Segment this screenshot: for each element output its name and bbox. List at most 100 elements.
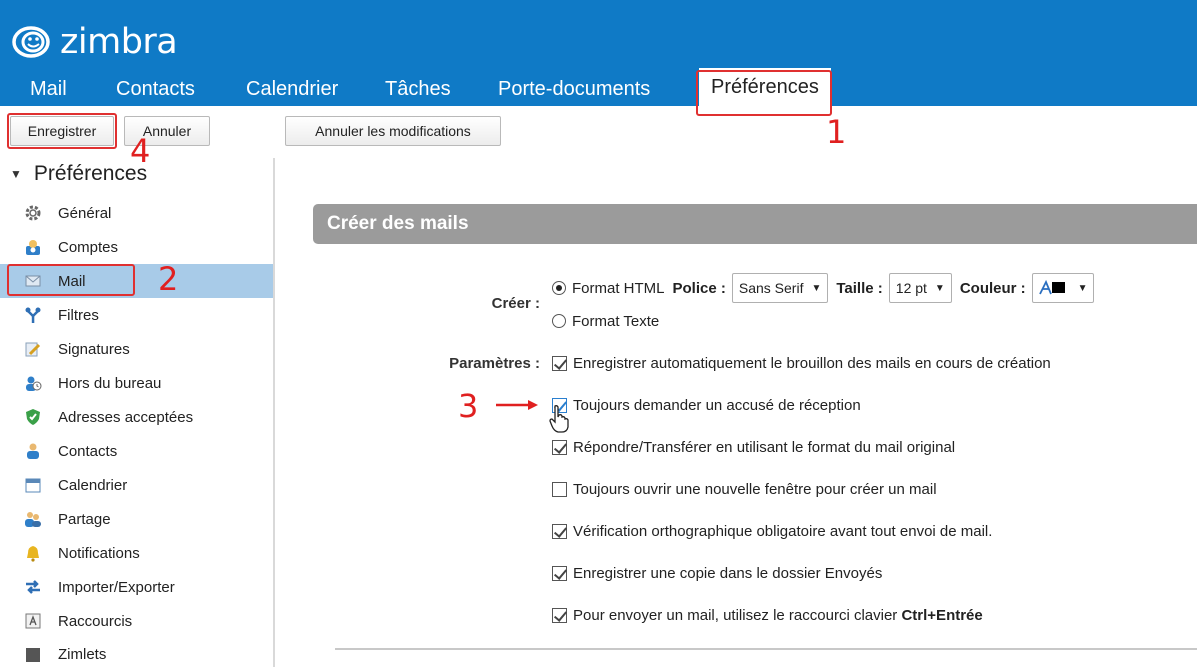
tab-porte-documents[interactable]: Porte-documents <box>498 72 650 106</box>
sidebar-item-label: Calendrier <box>58 476 128 494</box>
sharing-icon <box>24 510 42 528</box>
option-new-window[interactable]: Toujours ouvrir une nouvelle fenêtre pou… <box>552 481 937 498</box>
annotation-step-2: 2 <box>158 260 179 298</box>
sidebar-item-label: Général <box>58 204 112 222</box>
sidebar-item-hors-du-bureau[interactable]: Hors du bureau <box>0 366 274 400</box>
sidebar-item-label: Raccourcis <box>58 612 133 630</box>
sidebar-item-comptes[interactable]: Comptes <box>0 230 274 264</box>
sidebar-item-notifications[interactable]: Notifications <box>0 536 274 570</box>
app-header: zimbra Mail Contacts Calendrier Tâches P… <box>0 0 1197 108</box>
tab-calendrier[interactable]: Calendrier <box>246 72 338 106</box>
new-window-checkbox[interactable] <box>552 482 567 497</box>
option-text: Répondre/Transférer en utilisant le form… <box>573 439 956 456</box>
sidebar-item-contacts[interactable]: Contacts <box>0 434 274 468</box>
sidebar-item-label: Adresses acceptées <box>58 408 194 426</box>
sidebar-item-label: Filtres <box>58 306 99 324</box>
option-reply-original-format[interactable]: Répondre/Transférer en utilisant le form… <box>552 439 955 456</box>
annotation-box-mail-item <box>7 264 135 296</box>
reply-original-format-checkbox[interactable] <box>552 440 567 455</box>
sidebar-item-filtres[interactable]: Filtres <box>0 298 274 332</box>
undo-changes-button[interactable]: Annuler les modifications <box>285 116 501 146</box>
format-html-label[interactable]: Format HTML <box>572 280 665 297</box>
shortcut-icon <box>24 612 42 630</box>
sidebar-item-partage[interactable]: Partage <box>0 502 274 536</box>
chevron-down-icon: ▼ <box>1077 282 1088 294</box>
option-spellcheck[interactable]: Vérification orthographique obligatoire … <box>552 523 992 540</box>
option-text: Enregistrer automatiquement le brouillon… <box>573 355 1051 372</box>
option-autosave-draft[interactable]: Enregistrer automatiquement le brouillon… <box>552 355 1051 372</box>
sidebar-item-raccourcis[interactable]: Raccourcis <box>0 604 274 638</box>
annotation-step-3: 3 <box>458 387 479 425</box>
text-color-icon <box>1038 279 1070 297</box>
autosave-draft-checkbox[interactable] <box>552 356 567 371</box>
zimbra-logo[interactable]: zimbra <box>10 22 178 62</box>
tab-taches[interactable]: Tâches <box>385 72 451 106</box>
compose-format-row: Format HTML Police : Sans Serif ▼ Taille… <box>552 273 1094 303</box>
zimbra-logo-icon <box>10 24 56 60</box>
option-text: Vérification orthographique obligatoire … <box>573 523 993 540</box>
option-text: Toujours ouvrir une nouvelle fenêtre pou… <box>573 481 937 498</box>
contact-icon <box>24 442 42 460</box>
size-select-value: 12 pt <box>895 280 927 296</box>
section-divider <box>335 648 1197 650</box>
format-html-radio[interactable] <box>552 281 566 295</box>
tab-mail[interactable]: Mail <box>30 72 67 106</box>
bell-icon <box>24 544 42 562</box>
ctrl-enter-send-checkbox[interactable] <box>552 608 567 623</box>
spellcheck-checkbox[interactable] <box>552 524 567 539</box>
option-text: Pour envoyer un mail, utilisez le raccou… <box>573 607 902 624</box>
sidebar-item-label: Hors du bureau <box>58 374 162 392</box>
annotation-box-preferences-tab <box>696 70 832 116</box>
color-select[interactable]: ▼ <box>1031 273 1094 303</box>
chevron-down-icon: ▼ <box>934 282 945 294</box>
format-text-radio[interactable] <box>552 314 566 328</box>
app-tabs: Mail Contacts Calendrier Tâches Porte-do… <box>0 68 1197 108</box>
annotation-step-1: 1 <box>826 113 847 151</box>
color-label: Couleur : <box>959 279 1026 297</box>
sidebar-root[interactable]: ▼ Préférences <box>10 162 147 186</box>
shield-icon <box>24 408 42 426</box>
sidebar-item-label: Comptes <box>58 238 119 256</box>
sidebar-item-zimlets[interactable]: Zimlets <box>0 638 274 667</box>
sidebar-item-label: Contacts <box>58 442 118 460</box>
sidebar-item-label: Signatures <box>58 340 130 358</box>
chevron-down-icon: ▼ <box>811 282 822 294</box>
option-save-sent-copy[interactable]: Enregistrer une copie dans le dossier En… <box>552 565 882 582</box>
import-export-icon <box>24 578 42 596</box>
sidebar-item-general[interactable]: Général <box>0 196 274 230</box>
format-text-row: Format Texte <box>552 311 659 331</box>
sidebar-item-label: Notifications <box>58 544 140 562</box>
section-title: Créer des mails <box>313 204 1197 244</box>
format-text-label[interactable]: Format Texte <box>572 313 659 330</box>
gear-icon <box>24 204 42 222</box>
sidebar-item-signatures[interactable]: Signatures <box>0 332 274 366</box>
size-label: Taille : <box>836 279 883 297</box>
annotation-box-save-button <box>7 113 117 149</box>
toolbar: Enregistrer Annuler Annuler les modifica… <box>0 106 1197 158</box>
hand-cursor-icon <box>548 404 572 434</box>
option-read-receipt[interactable]: Toujours demander un accusé de réception <box>552 397 861 414</box>
logo-text: zimbra <box>60 22 178 62</box>
accounts-icon <box>24 238 42 256</box>
preferences-sidebar: ▼ Préférences Général Comptes Mail Filtr… <box>0 158 274 667</box>
option-ctrl-enter-send[interactable]: Pour envoyer un mail, utilisez le raccou… <box>552 607 983 624</box>
option-text: Enregistrer une copie dans le dossier En… <box>573 565 883 582</box>
filter-icon <box>24 306 42 324</box>
sidebar-item-label: Zimlets <box>58 646 107 663</box>
annotation-arrow-icon <box>494 398 542 412</box>
option-shortcut-keys: Ctrl+Entrée <box>901 607 983 624</box>
tab-contacts[interactable]: Contacts <box>116 72 195 106</box>
sidebar-item-adresses-acceptees[interactable]: Adresses acceptées <box>0 400 274 434</box>
signature-icon <box>24 340 42 358</box>
sidebar-item-importer-exporter[interactable]: Importer/Exporter <box>0 570 274 604</box>
settings-label: Paramètres : <box>449 355 540 372</box>
font-select[interactable]: Sans Serif ▼ <box>731 273 829 303</box>
annotation-step-4: 4 <box>130 132 151 170</box>
save-sent-copy-checkbox[interactable] <box>552 566 567 581</box>
sidebar-item-label: Importer/Exporter <box>58 578 175 596</box>
size-select[interactable]: 12 pt ▼ <box>888 273 952 303</box>
preferences-content: Créer des mails Créer : Format HTML Poli… <box>275 158 1197 667</box>
expand-caret-icon[interactable]: ▼ <box>10 167 22 181</box>
sidebar-item-calendrier[interactable]: Calendrier <box>0 468 274 502</box>
compose-label: Créer : <box>491 295 540 312</box>
